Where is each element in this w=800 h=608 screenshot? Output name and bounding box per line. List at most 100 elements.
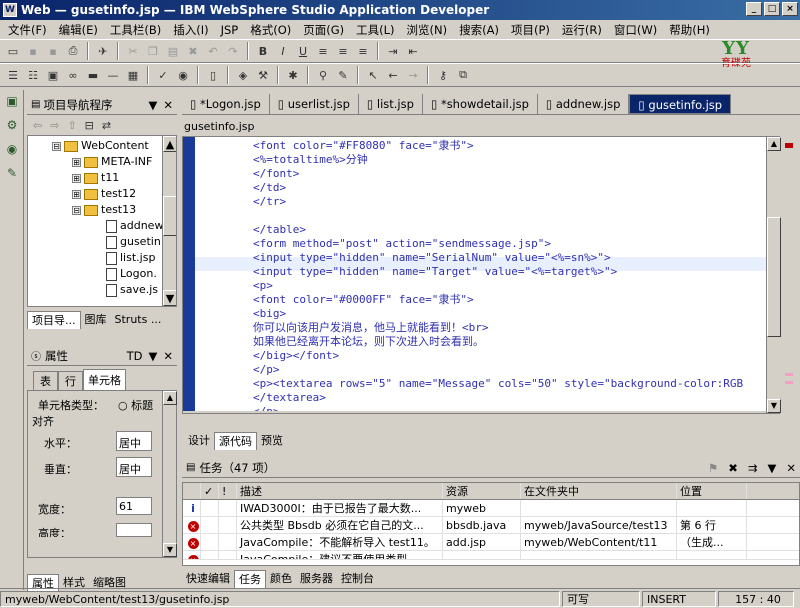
col-complete[interactable]: ✓ (201, 483, 219, 499)
tab-servers[interactable]: 服务器 (296, 570, 337, 588)
save-icon[interactable]: ▪ (24, 42, 42, 60)
indent-icon[interactable]: ⇥ (384, 42, 402, 60)
bold-icon[interactable]: B (254, 42, 272, 60)
navigator-scrollbar[interactable]: ▲ ▼ (162, 136, 176, 306)
delete-task-icon[interactable]: ✖ (728, 461, 738, 475)
minimize-button[interactable]: _ (746, 2, 762, 16)
forward-icon[interactable]: → (404, 66, 422, 84)
table-icon[interactable]: ▦ (124, 66, 142, 84)
underline-icon[interactable]: U (294, 42, 312, 60)
height-input[interactable] (116, 523, 152, 537)
pin-icon[interactable]: ⚷ (434, 66, 452, 84)
tree-item[interactable]: ⊞ META-INF (28, 154, 176, 170)
col-priority[interactable]: ! (219, 483, 237, 499)
tab-row[interactable]: 行 (58, 371, 83, 390)
tab-struts[interactable]: Struts ... (111, 311, 166, 329)
editor-tab-gusetinfo[interactable]: ▯ gusetinfo.jsp (629, 94, 732, 114)
tree-item[interactable]: ⊟ WebContent (28, 138, 176, 154)
tree-item[interactable]: save.js (28, 282, 176, 298)
vertical-select[interactable]: 居中 (116, 457, 152, 477)
editor-tab-showdetail[interactable]: ▯ *showdetail.jsp (423, 94, 538, 114)
tab-project-navigator[interactable]: 项目导... (27, 311, 81, 329)
tree-item[interactable]: gusetin (28, 234, 176, 250)
table-row[interactable]: × JavaCompile：建议不要使用类型 ... (183, 551, 799, 560)
run-icon[interactable]: ✈ (94, 42, 112, 60)
paste-icon[interactable]: ▤ (164, 42, 182, 60)
outdent-icon[interactable]: ⇤ (404, 42, 422, 60)
tab-preview[interactable]: 预览 (257, 432, 287, 450)
scroll-thumb[interactable] (767, 217, 781, 337)
editor-scrollbar[interactable]: ▲ ▼ (766, 137, 781, 413)
tab-console[interactable]: 控制台 (337, 570, 378, 588)
perspective-server-icon[interactable]: ⚙ (3, 118, 21, 136)
new-icon[interactable]: ▭ (4, 42, 22, 60)
back-icon[interactable]: ← (384, 66, 402, 84)
view-menu-icon[interactable]: ▼ (149, 98, 158, 112)
collapse-all-icon[interactable]: ⊟ (85, 119, 94, 132)
tab-design[interactable]: 设计 (184, 432, 214, 450)
properties-close-icon[interactable]: ✕ (163, 349, 173, 363)
delete-icon[interactable]: ✖ (184, 42, 202, 60)
scroll-up-icon[interactable]: ▲ (767, 137, 781, 151)
menu-project[interactable]: 项目(P) (505, 22, 556, 38)
tasks-menu-icon[interactable]: ▼ (768, 461, 777, 475)
link-editor-icon[interactable]: ⇄ (102, 119, 111, 132)
debug-icon[interactable]: ✱ (284, 66, 302, 84)
tree-item[interactable]: ⊞ test12 (28, 186, 176, 202)
nav-back-icon[interactable]: ⇦ (33, 119, 42, 132)
menu-search[interactable]: 搜索(A) (453, 22, 505, 38)
list-icon[interactable]: ☰ (4, 66, 22, 84)
properties-scrollbar[interactable]: ▲ ▼ (162, 391, 177, 557)
undo-icon[interactable]: ↶ (204, 42, 222, 60)
redo-icon[interactable]: ↷ (224, 42, 242, 60)
properties-menu-icon[interactable]: ▼ (149, 349, 158, 363)
scroll-up-icon[interactable]: ▲ (163, 136, 176, 152)
menu-browse[interactable]: 浏览(N) (401, 22, 454, 38)
tree-item[interactable]: ⊟ test13 (28, 202, 176, 218)
scroll-up-icon[interactable]: ▲ (163, 391, 177, 405)
editor-tab-userlist[interactable]: ▯ userlist.jsp (270, 94, 359, 114)
menu-run[interactable]: 运行(R) (556, 22, 608, 38)
maximize-button[interactable]: □ (764, 2, 780, 16)
scroll-thumb[interactable] (163, 196, 176, 236)
align-right-icon[interactable]: ≡ (354, 42, 372, 60)
wrench-icon[interactable]: ⚒ (254, 66, 272, 84)
tab-colors[interactable]: 颜色 (266, 570, 296, 588)
menu-tools[interactable]: 工具(L) (350, 22, 400, 38)
horizontal-select[interactable]: 居中 (116, 431, 152, 451)
tab-quick-edit[interactable]: 快速编辑 (182, 570, 234, 588)
cell-type-radio[interactable]: ○ 标题 (118, 397, 153, 413)
italic-icon[interactable]: I (274, 42, 292, 60)
scroll-down-icon[interactable]: ▼ (163, 290, 176, 306)
menu-page[interactable]: 页面(G) (297, 22, 350, 38)
tab-tasks[interactable]: 任务 (234, 570, 266, 588)
table-row[interactable]: × 公共类型 Bbsdb 必须在它自己的文... bbsdb.java mywe… (183, 517, 799, 534)
tab-source[interactable]: 源代码 (214, 432, 257, 450)
table-row[interactable]: × JavaCompile：不能解析导入 test11。 add.jsp myw… (183, 534, 799, 551)
editor-tab-addnew[interactable]: ▯ addnew.jsp (538, 94, 630, 114)
editor-tab-logon[interactable]: ▯ *Logon.jsp (182, 94, 270, 114)
editor-tab-list[interactable]: ▯ list.jsp (359, 94, 423, 114)
col-resource[interactable]: 资源 (443, 483, 521, 499)
menu-format[interactable]: 格式(O) (244, 22, 297, 38)
image-icon[interactable]: ▣ (44, 66, 62, 84)
menu-file[interactable]: 文件(F) (2, 22, 53, 38)
nav-forward-icon[interactable]: ⇨ (50, 119, 59, 132)
annotation-marker[interactable] (785, 373, 793, 376)
form-icon[interactable]: ▬ (84, 66, 102, 84)
menu-window[interactable]: 窗口(W) (608, 22, 663, 38)
spell-icon[interactable]: ✓ (154, 66, 172, 84)
col-description[interactable]: 描述 (237, 483, 443, 499)
tab-gallery[interactable]: 图库 (81, 311, 111, 329)
close-button[interactable]: × (782, 2, 798, 16)
menu-help[interactable]: 帮助(H) (663, 22, 716, 38)
width-input[interactable]: 61 (116, 497, 152, 515)
navigator-close-icon[interactable]: ✕ (163, 98, 173, 112)
copy-icon[interactable]: ❐ (144, 42, 162, 60)
perspective-icon[interactable]: ⧉ (454, 66, 472, 84)
col-folder[interactable]: 在文件夹中 (521, 483, 677, 499)
perspective-globe-icon[interactable]: ◉ (3, 142, 21, 160)
source-editor[interactable]: <font color="#FF8080" face="隶书"> <%=tota… (182, 136, 780, 414)
annotation-marker[interactable] (785, 381, 793, 384)
perspective-edit-icon[interactable]: ✎ (3, 166, 21, 184)
